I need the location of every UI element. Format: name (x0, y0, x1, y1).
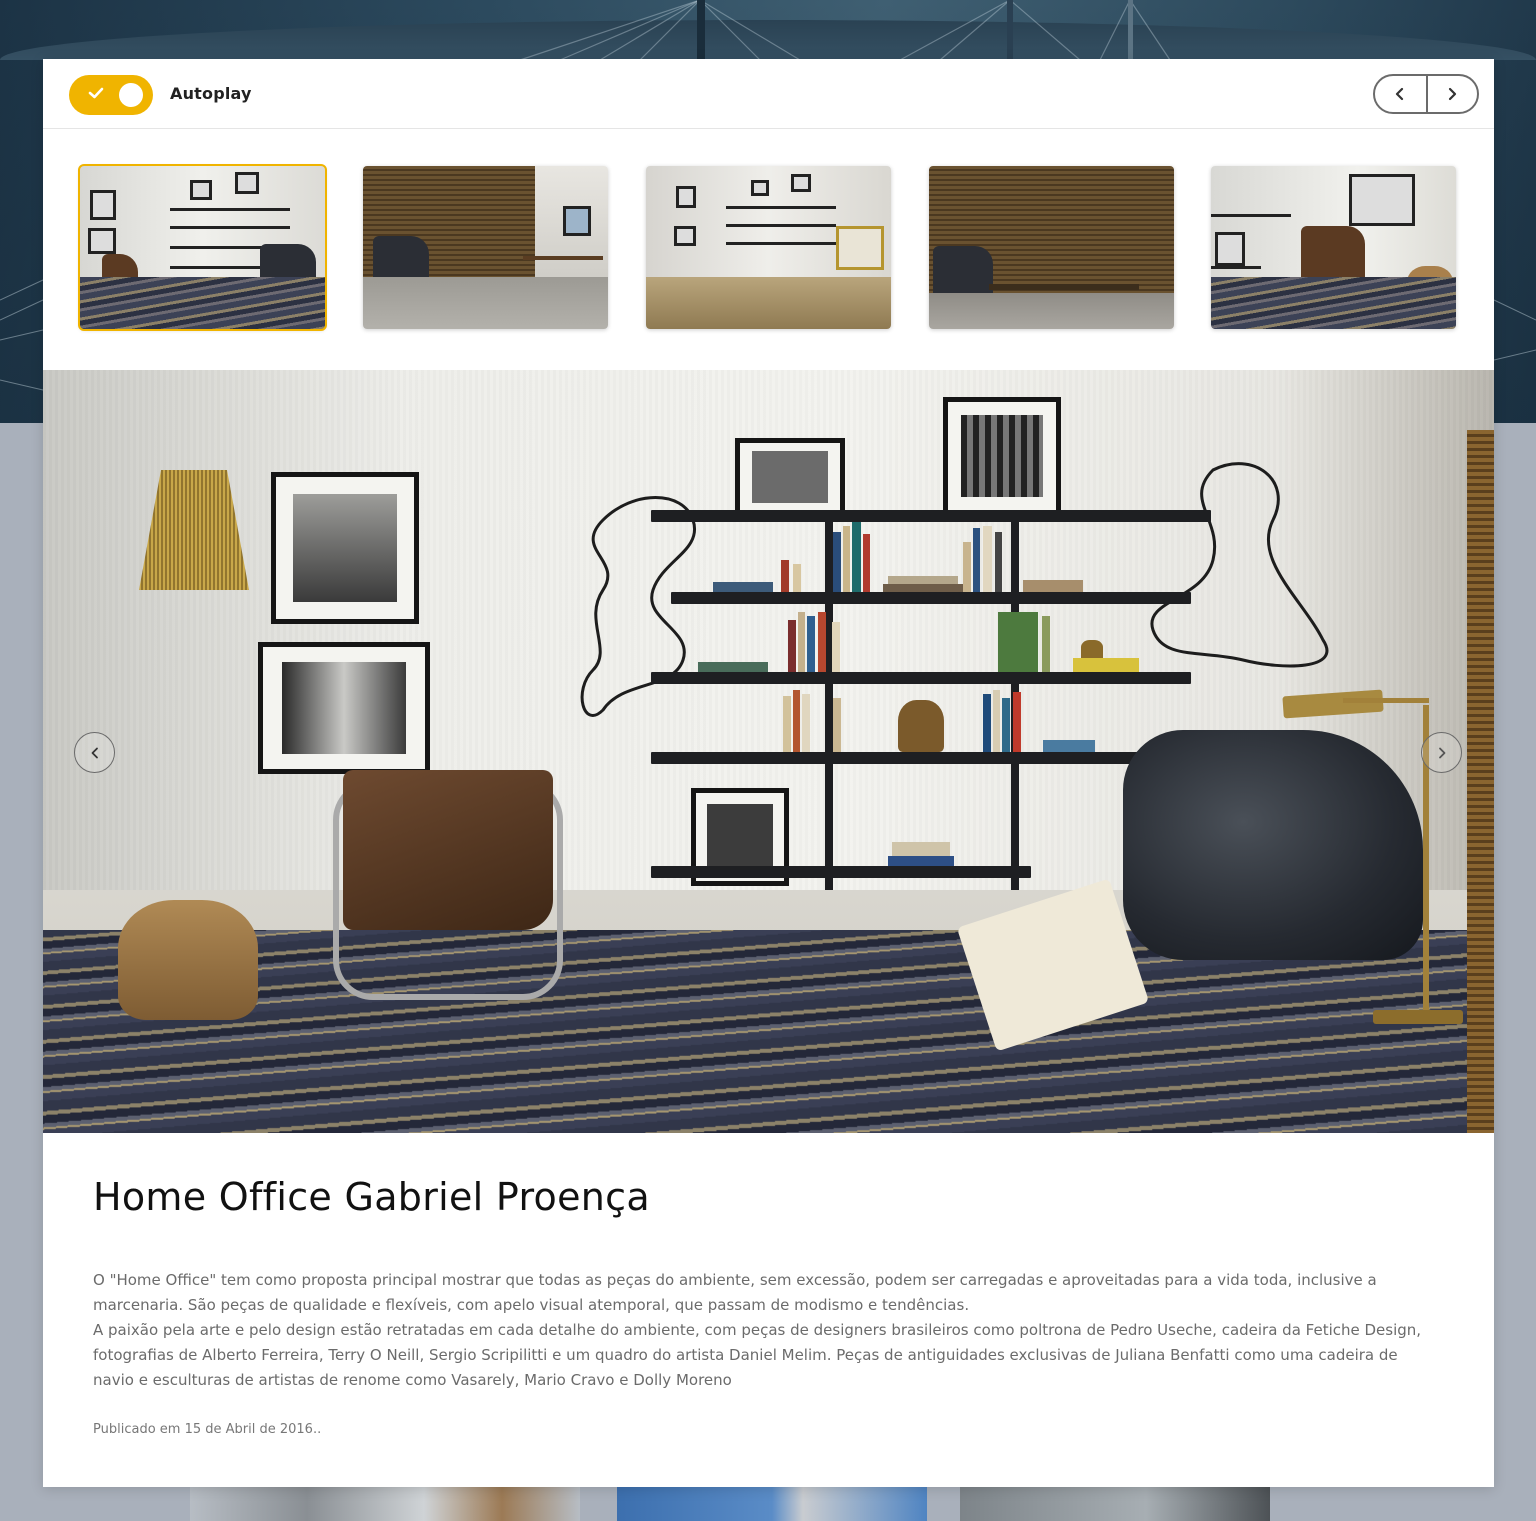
chevron-left-icon (1396, 87, 1404, 101)
floor-lamp-base (1373, 1010, 1463, 1024)
thumbnail-image (1301, 226, 1365, 284)
slide-striped-rug (43, 930, 1494, 1133)
thumbnail-image (751, 180, 769, 196)
brown-leather-chair (343, 770, 553, 930)
thumbnail-image (88, 228, 116, 254)
wall-photo-frame (271, 472, 419, 624)
thumbnail-image (1349, 174, 1415, 226)
floor-lamp-arm (1343, 698, 1429, 703)
chevron-right-icon (1449, 87, 1457, 101)
thumbnail-image (80, 276, 325, 329)
project-preview-image[interactable] (190, 1487, 580, 1521)
bookshelf-shelf (651, 510, 1211, 522)
books-row (983, 688, 1103, 752)
black-leather-lounge-chair (1123, 730, 1423, 960)
background-bottom-strip (0, 1487, 1536, 1521)
bookshelf-shelf (651, 866, 1031, 878)
thumbnail-image (190, 180, 212, 200)
wall-photo-frame (258, 642, 430, 774)
gallery-card: Autoplay Home Office Gabriel Proença O "… (43, 59, 1494, 1487)
gallery-toolbar: Autoplay (43, 59, 1494, 129)
chevron-left-icon (91, 747, 98, 758)
bust-sculpture (898, 700, 944, 752)
wall-photo-frame (735, 438, 845, 516)
slide-prev-button[interactable] (74, 732, 115, 773)
thumbnail-image (646, 276, 891, 329)
wall-line-art-figure (1150, 462, 1329, 668)
project-preview-image[interactable] (960, 1487, 1270, 1521)
check-icon (88, 87, 104, 99)
thumbnail-image (1215, 232, 1245, 266)
thumbnail-image (989, 284, 1139, 290)
books-row (783, 688, 873, 752)
autoplay-toggle[interactable] (69, 75, 153, 115)
thumbnail-image (170, 226, 290, 229)
books-row (788, 610, 888, 672)
wood-stump-table (118, 900, 258, 1020)
books-row (963, 520, 1083, 592)
thumbnail-3[interactable] (646, 166, 891, 329)
slide-blinds (1467, 430, 1494, 1133)
thumbnail-image (726, 206, 836, 209)
article-description: O "Home Office" tem como proposta princi… (93, 1268, 1443, 1393)
books-row (713, 560, 833, 592)
article-paragraph: O "Home Office" tem como proposta princi… (93, 1271, 1377, 1314)
thumbnail-2[interactable] (363, 166, 608, 329)
thumbnail-4[interactable] (929, 166, 1174, 329)
thumbnail-image (791, 174, 811, 192)
article-title: Home Office Gabriel Proença (93, 1175, 650, 1219)
thumbnails-prev-button[interactable] (1375, 76, 1426, 112)
thumbnail-image (726, 242, 836, 245)
project-preview-image[interactable] (617, 1487, 927, 1521)
thumbnail-image (836, 226, 884, 270)
chevron-right-icon (1438, 747, 1445, 758)
main-slide-image (43, 370, 1494, 1133)
thumbnail-image (1211, 266, 1261, 269)
autoplay-label: Autoplay (170, 84, 252, 103)
thumbnail-image (1211, 214, 1291, 217)
bookshelf-shelf (671, 592, 1191, 604)
thumbnail-image (363, 276, 608, 329)
publish-date: Publicado em 15 de Abril de 2016.. (93, 1422, 322, 1437)
article-paragraph: A paixão pela arte e pelo design estão r… (93, 1321, 1422, 1389)
bookshelf-shelf (651, 752, 1191, 764)
toggle-knob (119, 83, 143, 107)
thumbnail-image (726, 224, 836, 227)
books-row (998, 610, 1068, 672)
books-row (883, 570, 963, 592)
wall-photo-frame (943, 397, 1061, 515)
thumbnail-image (676, 186, 696, 208)
thumbnail-image (235, 172, 259, 194)
thumbnail-image (170, 208, 290, 211)
thumbnail-image (1211, 276, 1456, 329)
books-row (1073, 640, 1143, 672)
thumbnail-pager (1373, 74, 1479, 114)
books-row (888, 838, 958, 866)
slide-next-button[interactable] (1421, 732, 1462, 773)
bookshelf-shelf (651, 672, 1191, 684)
thumbnail-5[interactable] (1211, 166, 1456, 329)
thumbnail-image (563, 206, 591, 236)
thumbnail-image (90, 190, 116, 220)
thumbnail-image (674, 226, 696, 246)
books-row (698, 650, 768, 672)
thumbnail-1[interactable] (78, 164, 327, 331)
thumbnails-next-button[interactable] (1425, 76, 1477, 112)
thumbnail-image (523, 256, 603, 260)
thumbnail-image (929, 293, 1174, 329)
